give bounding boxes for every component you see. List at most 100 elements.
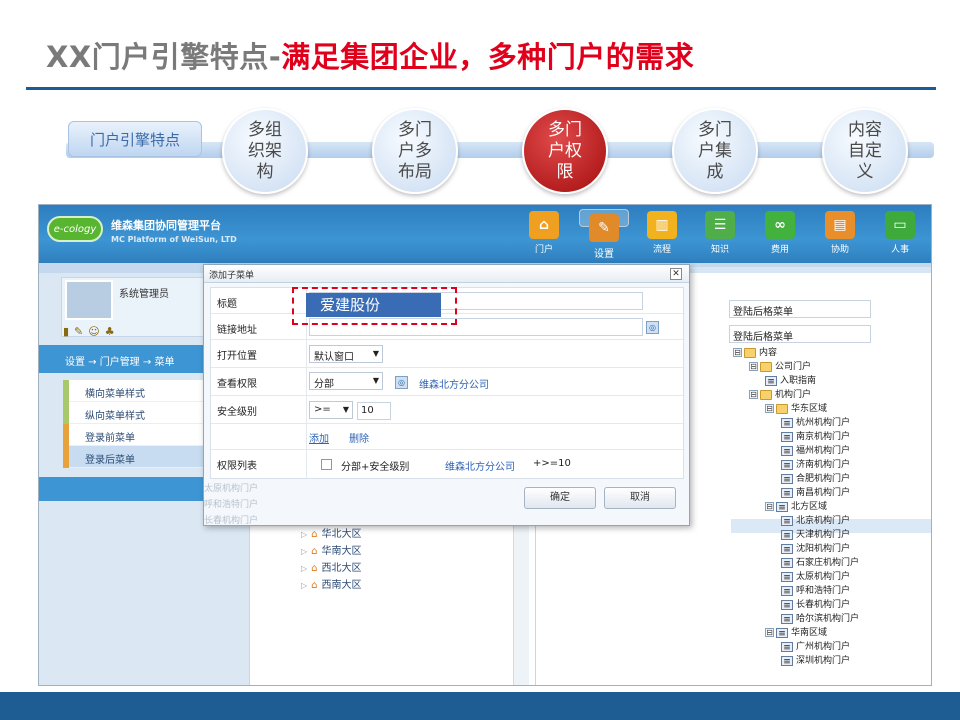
tree-node-label: 沈阳机构门户 (796, 544, 851, 554)
add-link[interactable]: 添加 (309, 430, 329, 445)
tree-node[interactable]: ≡ 北京机构门户 (733, 514, 859, 528)
ghost-item: 太原机构门户 (204, 484, 259, 494)
menu-name-input-2[interactable]: 登陆后格菜单 (729, 325, 871, 343)
nav-portal[interactable]: ⌂ 门户 (519, 209, 569, 259)
region-label: 西北大区 (321, 563, 362, 574)
wrench-icon: ✎ (589, 214, 619, 242)
chevron-down-icon: ▼ (372, 349, 379, 358)
tree-node[interactable]: ≡ 沈阳机构门户 (733, 542, 859, 556)
perm-list-item: 分部+安全级别 (341, 462, 410, 473)
tree-node[interactable]: ≡ 长春机构门户 (733, 598, 859, 612)
step-custom-content[interactable]: 内容自定义 (822, 108, 908, 194)
folder-icon (776, 403, 788, 414)
tree-node[interactable]: ≡ 南京机构门户 (733, 430, 859, 444)
open-select[interactable]: 默认窗口 ▼ (309, 345, 383, 363)
region-label: 华北大区 (321, 529, 362, 540)
region-huabei[interactable]: ▷ ⌂ 华北大区 (301, 525, 362, 540)
tree-node[interactable]: ≡ 南昌机构门户 (733, 486, 859, 500)
tree-node[interactable]: ≡ 天津机构门户 (733, 528, 859, 542)
tree-node[interactable]: ≡ 哈尔滨机构门户 (733, 612, 859, 626)
step-multi-layout[interactable]: 多门户多布局 (372, 108, 458, 194)
tree-node[interactable]: ≡ 深圳机构门户 (733, 654, 859, 668)
region-xibei[interactable]: ▷ ⌂ 西北大区 (301, 559, 362, 574)
list-icon: ☰ (705, 211, 735, 239)
page-icon: ≡ (781, 529, 793, 541)
security-op: >= (314, 404, 331, 415)
step-multi-permission[interactable]: 多门户权限 (522, 108, 608, 194)
expand-toggle-icon[interactable]: ⊟ (765, 404, 774, 413)
page-icon: ≡ (781, 543, 793, 555)
avatar[interactable] (65, 280, 113, 320)
cancel-button[interactable]: 取消 (604, 487, 676, 509)
tree-node[interactable]: ≡ 广州机构门户 (733, 640, 859, 654)
tree-node-label: 深圳机构门户 (796, 656, 851, 666)
tree-node[interactable]: ≡ 福州机构门户 (733, 444, 859, 458)
close-icon[interactable]: ✕ (670, 268, 682, 280)
tree-node[interactable]: ≡ 太原机构门户 (733, 570, 859, 584)
tree-node-label: 北京机构门户 (796, 516, 851, 526)
tree-node-label: 呼和浩特门户 (796, 586, 851, 596)
row-open: 打开位置 默认窗口 ▼ (211, 340, 683, 368)
title-divider (26, 87, 936, 90)
tree-node[interactable]: ⊟ ≡ 北方区域 (733, 500, 859, 514)
clipboard-icon: ▤ (825, 211, 855, 239)
ok-button[interactable]: 确定 (524, 487, 596, 509)
expand-toggle-icon[interactable]: ⊟ (733, 348, 742, 357)
menu-name-input[interactable]: 登陆后格菜单 (729, 300, 871, 318)
page-icon: ≡ (781, 431, 793, 443)
tree-node[interactable]: ≡ 呼和浩特门户 (733, 584, 859, 598)
expand-toggle-icon[interactable]: ⊟ (765, 502, 774, 511)
tree-node[interactable]: ⊟ 华东区域 (733, 402, 859, 416)
search-icon[interactable]: ◎ (395, 376, 408, 389)
tree-node-label: 入职指南 (780, 376, 817, 386)
tree-node-label: 南京机构门户 (796, 432, 851, 442)
expand-toggle-icon[interactable]: ⊟ (749, 362, 758, 371)
slide-title-main: 满足集团企业，多种门户的需求 (281, 40, 695, 74)
nav-knowledge[interactable]: ☰ 知识 (695, 209, 745, 259)
perm-org-link[interactable]: 维森北方分公司 (419, 376, 489, 391)
nav-expense[interactable]: ∞ 费用 (755, 209, 805, 259)
expand-toggle-icon[interactable]: ⊟ (765, 628, 774, 637)
region-xinan[interactable]: ▷ ⌂ 西南大区 (301, 576, 362, 591)
nav-assist[interactable]: ▤ 协助 (815, 209, 865, 259)
infinity-icon: ∞ (765, 211, 795, 239)
region-huanan[interactable]: ▷ ⌂ 华南大区 (301, 542, 362, 557)
tree-node[interactable]: ≡ 石家庄机构门户 (733, 556, 859, 570)
step-multi-org[interactable]: 多组织架构 (222, 108, 308, 194)
open-label: 打开位置 (211, 340, 307, 367)
security-op-select[interactable]: >= ▼ (309, 401, 353, 419)
title-value-highlight[interactable]: 爱建股份 (306, 293, 441, 317)
perm-list-org[interactable]: 维森北方分公司 (445, 458, 515, 473)
ecology-logo: e-cology (47, 216, 103, 242)
tree-node[interactable]: ⊟ 机构门户 (733, 388, 859, 402)
perm-checkbox[interactable] (321, 459, 332, 470)
perm-select[interactable]: 分部 ▼ (309, 372, 383, 390)
tree-node-label: 杭州机构门户 (796, 418, 851, 428)
tree-node-label: 北方区域 (791, 502, 828, 512)
tree-node[interactable]: ⊟ ≡ 华南区域 (733, 626, 859, 640)
nav-settings[interactable]: ✎ 设置 (579, 209, 629, 260)
tree-node-label: 福州机构门户 (796, 446, 851, 456)
user-tool-icons[interactable]: ▮✎☺♣ (63, 325, 120, 338)
tree-node[interactable]: ⊟ 内容 (733, 346, 859, 360)
search-icon[interactable]: ◎ (646, 321, 659, 334)
tree-node-label: 合肥机构门户 (796, 474, 851, 484)
tree-node[interactable]: ≡ 合肥机构门户 (733, 472, 859, 486)
tree-node[interactable]: ≡ 济南机构门户 (733, 458, 859, 472)
perm-list-level: +>=10 (533, 458, 571, 469)
page-icon: ≡ (776, 501, 788, 513)
region-label: 西南大区 (321, 580, 362, 591)
tree-node-label: 哈尔滨机构门户 (796, 614, 860, 624)
tree-node[interactable]: ⊟ 公司门户 (733, 360, 859, 374)
security-input[interactable]: 10 (357, 402, 391, 420)
expand-toggle-icon[interactable]: ⊟ (749, 390, 758, 399)
delete-link[interactable]: 删除 (349, 430, 369, 445)
tree-node-label: 太原机构门户 (796, 572, 851, 582)
tree-node[interactable]: ≡ 入职指南 (733, 374, 859, 388)
nav-workflow[interactable]: ▥ 流程 (637, 209, 687, 259)
tree-node[interactable]: ≡ 杭州机构门户 (733, 416, 859, 430)
row-security: 安全级别 >= ▼ 10 (211, 396, 683, 424)
nav-hr[interactable]: ▭ 人事 (875, 209, 925, 259)
nav-label: 协助 (830, 245, 849, 255)
step-multi-integration[interactable]: 多门户集成 (672, 108, 758, 194)
